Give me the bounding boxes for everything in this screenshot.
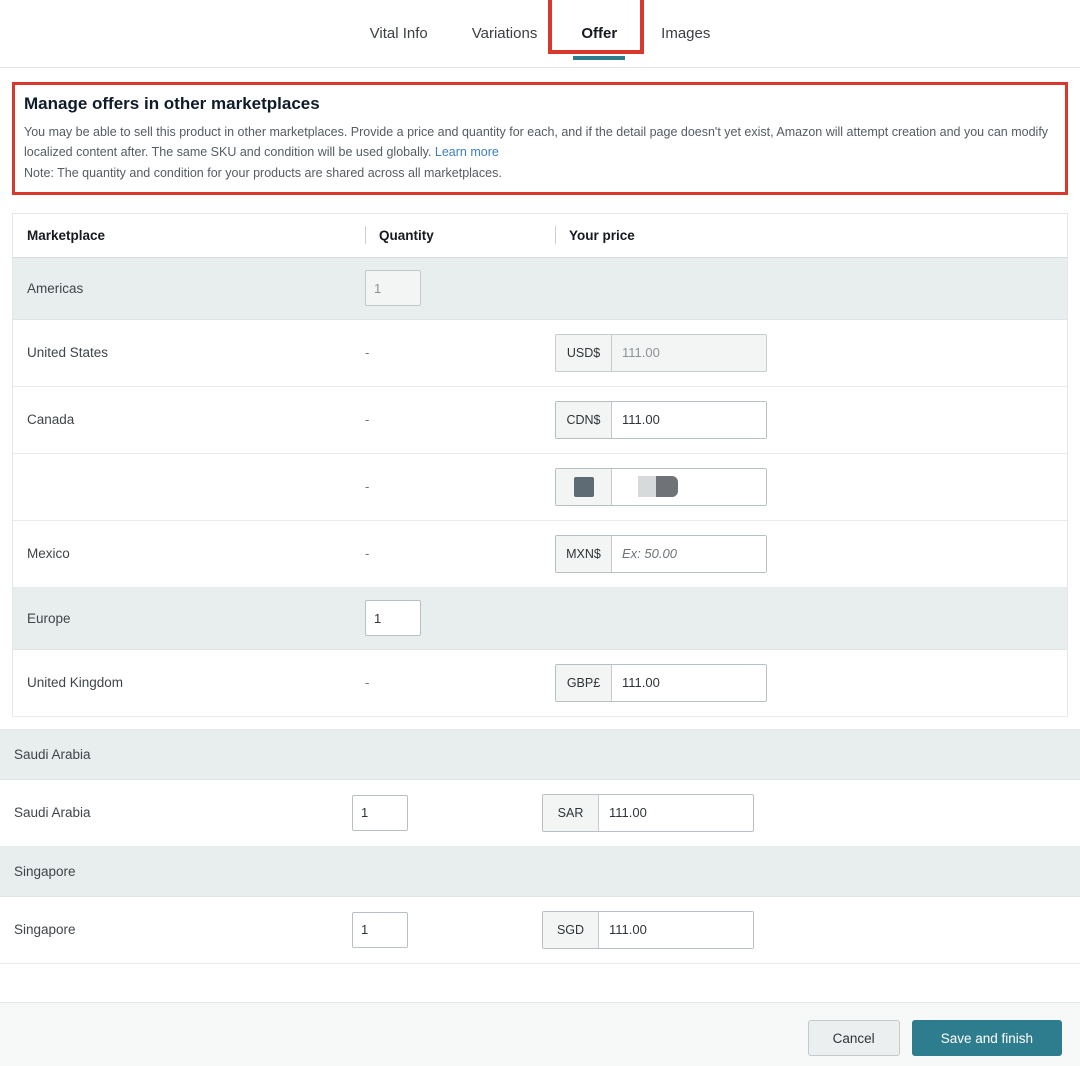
quantity-cell-united-kingdom: -: [365, 675, 555, 690]
price-input-redacted[interactable]: [612, 469, 766, 505]
notice-line-2: Note: The quantity and condition for you…: [24, 166, 502, 180]
col-header-marketplace: Marketplace: [13, 228, 365, 243]
redaction-smear-icon-2: [656, 476, 678, 497]
col-header-price: Your price: [555, 228, 1067, 243]
cancel-button[interactable]: Cancel: [808, 1020, 900, 1056]
tab-images[interactable]: Images: [639, 0, 732, 68]
currency-label-sar: SAR: [543, 795, 599, 831]
marketplace-name-saudi-arabia: Saudi Arabia: [0, 805, 352, 820]
price-input-mexico[interactable]: [612, 536, 767, 572]
marketplace-table: Marketplace Quantity Your price Americas…: [12, 213, 1068, 717]
marketplace-name-united-kingdom: United Kingdom: [13, 675, 365, 690]
marketplace-table-secondary: Saudi Arabia Saudi Arabia SAR Singapore …: [0, 729, 1080, 964]
quantity-input-saudi-arabia[interactable]: [352, 795, 408, 831]
price-cell-singapore: SGD: [542, 911, 1080, 949]
quantity-cell-redacted: -: [365, 479, 555, 494]
marketplace-name-united-states: United States: [13, 345, 365, 360]
tab-offer[interactable]: Offer: [559, 0, 639, 68]
group-label-europe: Europe: [13, 611, 365, 626]
currency-label-cdn: CDN$: [556, 402, 612, 438]
currency-label-mxn: MXN$: [556, 536, 612, 572]
price-input-group-saudi-arabia: SAR: [542, 794, 754, 832]
tab-variations[interactable]: Variations: [450, 0, 560, 68]
group-row-saudi-arabia: Saudi Arabia: [0, 730, 1080, 780]
currency-label-usd: USD$: [556, 335, 612, 371]
quantity-cell-canada: -: [365, 412, 555, 427]
currency-label-gbp: GBP£: [556, 665, 612, 701]
table-row-united-kingdom: United Kingdom - GBP£: [13, 650, 1067, 717]
quantity-input-europe[interactable]: [365, 600, 421, 636]
quantity-dash-canada: -: [365, 412, 369, 427]
price-input-canada[interactable]: [612, 402, 767, 438]
quantity-input-americas[interactable]: [365, 270, 421, 306]
price-input-saudi-arabia[interactable]: [599, 795, 754, 831]
table-row-redacted: -: [13, 454, 1067, 521]
quantity-cell-singapore: [352, 912, 542, 948]
notice-body: You may be able to sell this product in …: [24, 122, 1054, 183]
tab-bar: Vital Info Variations Offer Images: [0, 0, 1080, 68]
offer-page: Vital Info Variations Offer Images Manag…: [0, 0, 1080, 1066]
quantity-dash-united-states: -: [365, 345, 369, 360]
group-row-americas: Americas: [13, 258, 1067, 320]
quantity-input-singapore[interactable]: [352, 912, 408, 948]
notice-line-1: You may be able to sell this product in …: [24, 125, 1048, 159]
table-row-singapore: Singapore SGD: [0, 897, 1080, 964]
learn-more-link[interactable]: Learn more: [435, 145, 499, 159]
price-cell-united-states: USD$: [555, 334, 1067, 372]
currency-label-sgd: SGD: [543, 912, 599, 948]
group-label-americas: Americas: [13, 281, 365, 296]
quantity-dash-united-kingdom: -: [365, 675, 369, 690]
table-row-canada: Canada - CDN$: [13, 387, 1067, 454]
price-input-group-singapore: SGD: [542, 911, 754, 949]
price-input-united-kingdom[interactable]: [612, 665, 767, 701]
table-row-mexico: Mexico - MXN$: [13, 521, 1067, 588]
price-cell-redacted: [555, 468, 1067, 506]
redaction-smear-icon: [638, 476, 656, 497]
quantity-dash-mexico: -: [365, 546, 369, 561]
marketplace-name-mexico: Mexico: [13, 546, 365, 561]
price-cell-saudi-arabia: SAR: [542, 794, 1080, 832]
group-label-saudi-arabia: Saudi Arabia: [0, 747, 352, 762]
group-quantity-cell-americas: [365, 270, 555, 306]
price-input-group-united-kingdom: GBP£: [555, 664, 767, 702]
price-cell-mexico: MXN$: [555, 535, 1067, 573]
quantity-cell-saudi-arabia: [352, 795, 542, 831]
price-input-group-redacted: [555, 468, 767, 506]
quantity-cell-mexico: -: [365, 546, 555, 561]
marketplace-name-canada: Canada: [13, 412, 365, 427]
footer-spacer: [0, 964, 1080, 1002]
currency-label-redacted: [556, 469, 612, 505]
table-header-row: Marketplace Quantity Your price: [13, 214, 1067, 258]
group-row-europe: Europe: [13, 588, 1067, 650]
table-row-saudi-arabia: Saudi Arabia SAR: [0, 780, 1080, 847]
manage-offers-notice: Manage offers in other marketplaces You …: [12, 82, 1068, 195]
marketplace-name-singapore: Singapore: [0, 922, 352, 937]
col-header-quantity: Quantity: [365, 228, 555, 243]
notice-title: Manage offers in other marketplaces: [24, 94, 1054, 114]
price-input-united-states[interactable]: [612, 335, 767, 371]
group-quantity-cell-europe: [365, 600, 555, 636]
price-input-group-united-states: USD$: [555, 334, 767, 372]
redaction-block-icon: [574, 477, 594, 497]
tab-vital-info[interactable]: Vital Info: [348, 0, 450, 68]
quantity-cell-united-states: -: [365, 345, 555, 360]
table-row-united-states: United States - USD$: [13, 320, 1067, 387]
quantity-dash-redacted: -: [365, 479, 369, 494]
form-footer: Cancel Save and finish: [0, 1002, 1080, 1066]
group-label-singapore: Singapore: [0, 864, 352, 879]
price-cell-united-kingdom: GBP£: [555, 664, 1067, 702]
price-input-group-canada: CDN$: [555, 401, 767, 439]
price-input-group-mexico: MXN$: [555, 535, 767, 573]
save-and-finish-button[interactable]: Save and finish: [912, 1020, 1062, 1056]
group-row-singapore: Singapore: [0, 847, 1080, 897]
price-input-singapore[interactable]: [599, 912, 754, 948]
price-cell-canada: CDN$: [555, 401, 1067, 439]
